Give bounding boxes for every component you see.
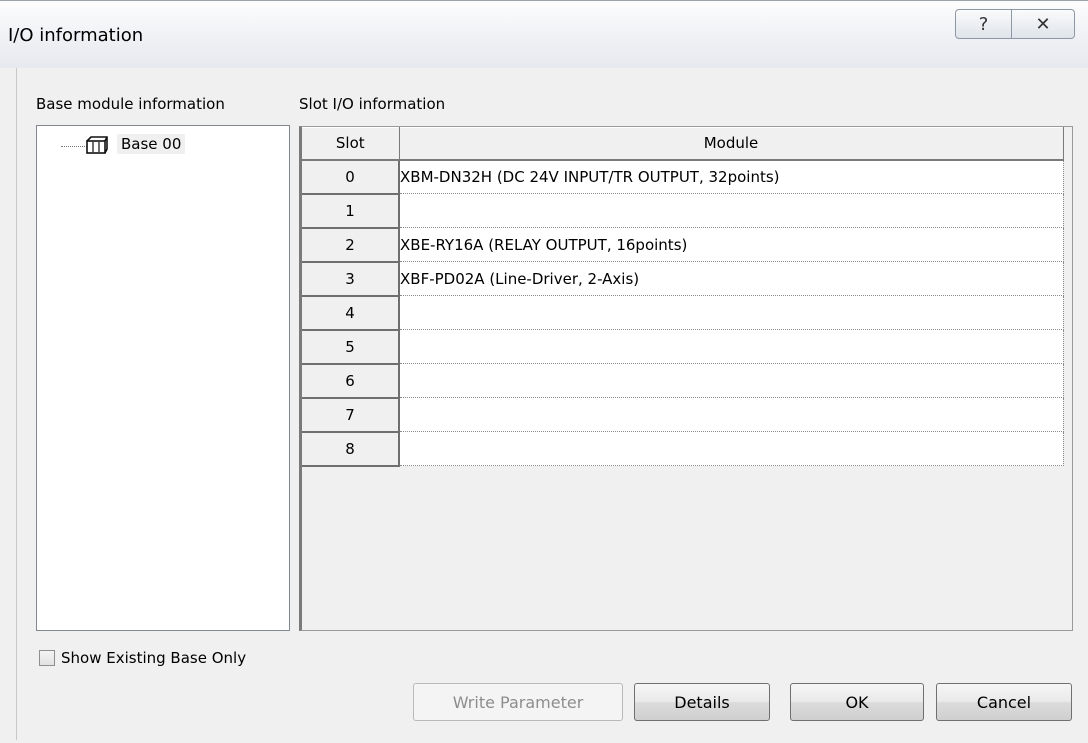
table-row[interactable]: 1 [302,193,1064,229]
cancel-button[interactable]: Cancel [936,683,1072,721]
table-row[interactable]: 4 [302,295,1064,331]
slot-number: 1 [302,193,400,229]
ok-button[interactable]: OK [790,683,924,721]
column-header-slot[interactable]: Slot [302,127,400,161]
tree-connector-line [61,146,87,147]
slot-number: 6 [302,363,400,399]
show-existing-checkbox[interactable] [39,650,55,666]
slot-io-grid: Slot Module 0 XBM-DN32H (DC 24V INPUT/TR… [299,126,1073,631]
tree-item-base-00[interactable]: Base 00 [117,134,186,154]
window-title: I/O information [8,25,144,46]
module-cell[interactable]: XBM-DN32H (DC 24V INPUT/TR OUTPUT, 32poi… [399,159,1064,194]
close-x-icon: ✕ [1035,13,1051,35]
show-existing-option[interactable]: Show Existing Base Only [39,649,246,667]
module-cell[interactable] [399,193,1064,228]
close-button[interactable]: ✕ [1011,9,1075,39]
module-cell[interactable] [399,397,1064,432]
base-rack-icon [86,136,108,154]
slot-number: 7 [302,397,400,433]
table-row[interactable]: 3 XBF-PD02A (Line-Driver, 2-Axis) [302,261,1064,297]
slot-number: 3 [302,261,400,297]
slot-number: 5 [302,329,400,365]
base-module-label: Base module information [36,95,225,113]
table-row[interactable]: 5 [302,329,1064,365]
table-row[interactable]: 7 [302,397,1064,433]
module-cell[interactable] [399,363,1064,398]
write-parameter-button[interactable]: Write Parameter [413,683,623,721]
slot-number: 8 [302,431,400,467]
slot-table: Slot Module 0 XBM-DN32H (DC 24V INPUT/TR… [302,127,1064,467]
module-cell[interactable] [399,295,1064,330]
module-cell[interactable]: XBE-RY16A (RELAY OUTPUT, 16points) [399,227,1064,262]
show-existing-label: Show Existing Base Only [61,649,247,667]
slot-number: 0 [302,159,400,195]
base-tree[interactable]: Base 00 [36,125,290,631]
help-button[interactable]: ? [955,9,1012,39]
module-cell[interactable] [399,431,1064,466]
slot-number: 2 [302,227,400,263]
module-cell[interactable] [399,329,1064,364]
column-header-module[interactable]: Module [399,127,1064,161]
slot-number: 4 [302,295,400,331]
module-cell[interactable]: XBF-PD02A (Line-Driver, 2-Axis) [399,261,1064,296]
table-row[interactable]: 8 [302,431,1064,467]
title-bar: I/O information ? ✕ [0,0,1088,68]
table-row[interactable]: 2 XBE-RY16A (RELAY OUTPUT, 16points) [302,227,1064,263]
table-row[interactable]: 6 [302,363,1064,399]
slot-io-label: Slot I/O information [299,95,446,113]
details-button[interactable]: Details [634,683,770,721]
table-row[interactable]: 0 XBM-DN32H (DC 24V INPUT/TR OUTPUT, 32p… [302,159,1064,195]
question-help-icon: ? [978,13,989,35]
